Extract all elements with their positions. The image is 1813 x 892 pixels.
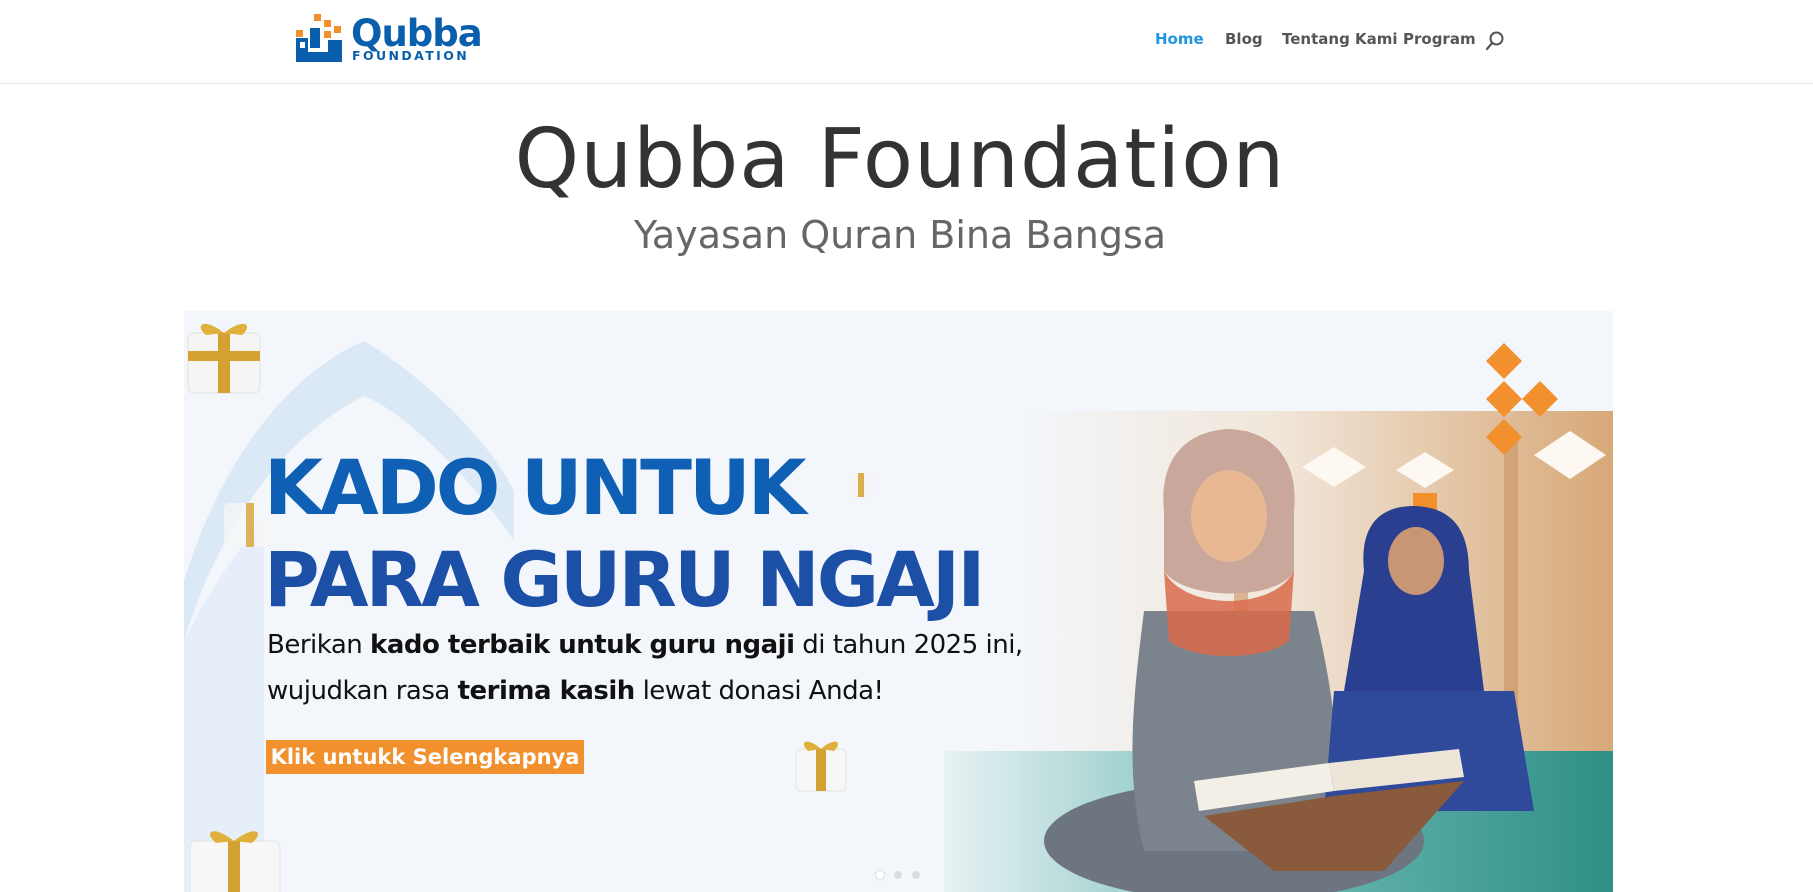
slider-dot-1[interactable] (876, 871, 884, 879)
banner-headline-line2: PARA GURU NGAJI (264, 535, 985, 624)
site-logo[interactable]: Qubba FOUNDATION (294, 12, 483, 66)
banner-description: Berikan kado terbaik untuk guru ngaji di… (267, 622, 1023, 714)
logo-subtitle: FOUNDATION (352, 48, 470, 63)
desc-emphasis: terima kasih (457, 676, 636, 706)
banner-headline: KADO UNTUK PARA GURU NGAJI (264, 442, 985, 626)
hero-banner-slide[interactable]: KADO UNTUK PARA GURU NGAJI Berikan kado … (184, 311, 1613, 892)
gift-icon (187, 323, 261, 394)
desc-text: lewat donasi Anda! (634, 676, 884, 706)
banner-description-line1: Berikan kado terbaik untuk guru ngaji di… (267, 622, 1023, 668)
nav-item-program[interactable]: Program (1403, 30, 1476, 48)
slider-dot-2[interactable] (894, 871, 902, 879)
nav-item-home[interactable]: Home (1155, 30, 1204, 48)
page-tagline: Yayasan Quran Bina Bangsa (633, 213, 1167, 257)
nav-item-tentang-kami[interactable]: Tentang Kami (1282, 30, 1398, 48)
nav-item-blog[interactable]: Blog (1225, 30, 1263, 48)
slider-dot-3[interactable] (912, 871, 920, 879)
page-title: Qubba Foundation (514, 112, 1286, 207)
site-header: Qubba FOUNDATION Home Blog Tentang Kami … (0, 0, 1813, 84)
desc-text: Berikan (267, 630, 371, 660)
desc-text: di tahun 2025 ini, (794, 630, 1023, 660)
banner-description-line2: wujudkan rasa terima kasih lewat donasi … (267, 668, 1023, 714)
desc-text: wujudkan rasa (267, 676, 458, 706)
cta-button[interactable]: Klik untukk Selengkapnya (266, 740, 584, 774)
search-icon[interactable] (1484, 30, 1506, 52)
desc-emphasis: kado terbaik untuk guru ngaji (370, 630, 795, 660)
banner-headline-line1: KADO UNTUK (264, 443, 807, 532)
logo-mark-icon (296, 14, 342, 62)
